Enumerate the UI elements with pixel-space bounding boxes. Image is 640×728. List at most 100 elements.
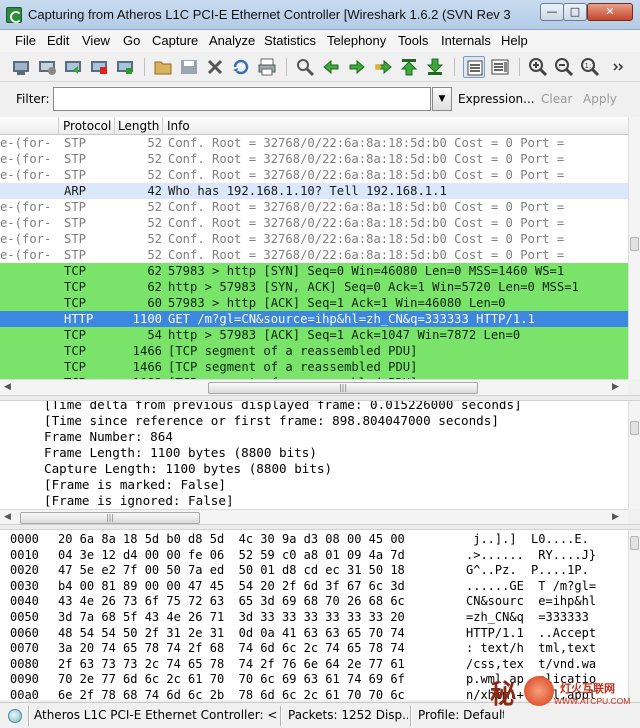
go-back-icon[interactable] — [320, 56, 342, 78]
packet-row[interactable]: e-(for- STP 52 Conf. Root = 32768/0/22:6a:8… — [0, 151, 628, 167]
save-file-icon[interactable] — [178, 56, 200, 78]
column-divider[interactable] — [162, 117, 163, 135]
bytes-row[interactable]: 0010 04 3e 12 d4 00 00 fe 06 52 59 c0 a8 … — [0, 548, 616, 564]
zoom-in-icon[interactable] — [527, 56, 549, 78]
details-vertical-scrollbar[interactable] — [628, 401, 640, 509]
scrollbar-thumb[interactable] — [630, 237, 639, 251]
detail-line[interactable]: [Frame is marked: False] — [44, 477, 226, 492]
packet-list-horizontal-scrollbar[interactable]: ◀ ||| ▶ — [0, 379, 628, 395]
column-protocol[interactable]: Protocol — [63, 119, 111, 133]
column-info[interactable]: Info — [167, 119, 190, 133]
detail-line[interactable]: Frame Length: 1100 bytes (8800 bits) — [44, 445, 317, 460]
packet-row[interactable]: TCP 1466 [TCP segment of a reassembled PDU… — [0, 359, 628, 375]
menu-capture[interactable]: Capture — [152, 33, 198, 48]
close-file-icon[interactable] — [204, 56, 226, 78]
bytes-row[interactable]: 0060 48 54 54 50 2f 31 2e 31 0d 0a 41 63 … — [0, 626, 616, 642]
scrollbar-thumb[interactable] — [630, 421, 639, 435]
scroll-right-icon[interactable]: ▶ — [612, 512, 619, 522]
packet-row[interactable]: TCP 62 57983 > http [SYN] Seq=0 Win=46080 … — [0, 263, 628, 279]
menu-help[interactable]: Help — [501, 33, 528, 48]
scroll-right-icon[interactable]: ▶ — [612, 382, 619, 392]
capture-options-icon[interactable] — [36, 56, 58, 78]
packet-row[interactable]: TCP 62 http > 57983 [SYN, ACK] Seq=0 Ack=1… — [0, 279, 628, 295]
menu-telephony[interactable]: Telephony — [327, 33, 386, 48]
print-icon[interactable] — [256, 56, 278, 78]
clear-filter-button[interactable]: Clear — [541, 92, 572, 106]
toolbar-overflow-icon[interactable] — [608, 56, 624, 78]
scrollbar-thumb[interactable]: ||| — [208, 382, 478, 394]
bytes-row[interactable]: 0070 3a 20 74 65 78 74 2f 68 74 6d 6c 2c … — [0, 641, 616, 657]
expert-info-icon[interactable] — [8, 709, 22, 723]
scroll-left-icon[interactable]: ◀ — [4, 512, 11, 522]
packet-row[interactable]: TCP 60 57983 > http [ACK] Seq=1 Ack=1 Win=… — [0, 295, 628, 311]
packet-row[interactable]: e-(for- STP 52 Conf. Root = 32768/0/22:6a:8… — [0, 167, 628, 183]
menu-go[interactable]: Go — [123, 33, 140, 48]
bytes-row[interactable]: 0050 3d 7a 68 5f 43 4e 26 71 3d 33 33 33 … — [0, 610, 616, 626]
menu-analyze[interactable]: Analyze — [209, 33, 255, 48]
scrollbar-thumb[interactable]: ||| — [20, 512, 200, 524]
column-length[interactable]: Length — [118, 119, 159, 133]
bytes-offset: 0030 — [10, 578, 39, 593]
bytes-hex: 43 4e 26 73 6f 75 72 63 65 3d 69 68 70 2… — [58, 594, 405, 609]
display-filter-input[interactable] — [53, 87, 431, 111]
packet-length-cell: 52 — [147, 232, 162, 246]
minimize-button[interactable]: — — [540, 3, 564, 21]
packet-row[interactable]: HTTP 1100 GET /m?gl=CN&source=ihp&hl=zh_CN… — [0, 311, 628, 327]
colorize-icon[interactable] — [463, 56, 485, 78]
scroll-left-icon[interactable]: ◀ — [4, 382, 11, 392]
go-forward-icon[interactable] — [346, 56, 368, 78]
bytes-row[interactable]: 0000 20 6a 8a 18 5d b0 d8 5d 4c 30 9a d3 … — [0, 532, 616, 548]
bytes-row[interactable]: 0040 43 4e 26 73 6f 75 72 63 65 3d 69 68 … — [0, 594, 616, 610]
stop-capture-icon[interactable] — [88, 56, 110, 78]
find-packet-icon[interactable] — [294, 56, 316, 78]
detail-line[interactable]: Capture Length: 1100 bytes (8800 bits) — [44, 461, 332, 476]
interfaces-icon[interactable] — [10, 56, 32, 78]
bytes-row[interactable]: 0030 b4 00 81 89 00 00 47 45 54 20 2f 6d … — [0, 579, 616, 595]
detail-line[interactable]: [Time delta from previous displayed fram… — [44, 401, 522, 412]
scrollbar-thumb[interactable] — [630, 536, 639, 550]
packet-row[interactable]: ARP 42 Who has 192.168.1.10? Tell 192.168.… — [0, 183, 628, 199]
packet-row[interactable]: e-(for- STP 52 Conf. Root = 32768/0/22:6a:8… — [0, 231, 628, 247]
packet-row[interactable]: e-(for- STP 52 Conf. Root = 32768/0/22:6a:8… — [0, 199, 628, 215]
watermark-site-name: 灯火互联网 — [560, 682, 615, 695]
bytes-row[interactable]: 0020 47 5e e2 7f 00 50 7a ed 50 01 d8 cd … — [0, 563, 616, 579]
detail-line[interactable]: [Frame is ignored: False] — [44, 493, 234, 508]
menu-edit[interactable]: Edit — [47, 33, 69, 48]
packet-row[interactable]: e-(for- STP 52 Conf. Root = 32768/0/22:6a:8… — [0, 247, 628, 263]
packet-info-cell: [TCP segment of a reassembled PDU] — [168, 344, 418, 358]
expression-button[interactable]: Expression... — [458, 92, 535, 106]
packet-row[interactable]: e-(for- STP 52 Conf. Root = 32768/0/22:6a:8… — [0, 215, 628, 231]
packet-row[interactable]: TCP 54 http > 57983 [ACK] Seq=1 Ack=1047 W… — [0, 327, 628, 343]
maximize-button[interactable]: □ — [563, 3, 587, 21]
go-last-packet-icon[interactable] — [424, 56, 446, 78]
bytes-row[interactable]: 0080 2f 63 73 73 2c 74 65 78 74 2f 76 6e … — [0, 657, 616, 673]
details-horizontal-scrollbar[interactable]: ◀ ||| ▶ — [0, 509, 628, 525]
auto-scroll-icon[interactable] — [489, 56, 511, 78]
column-divider[interactable] — [58, 117, 59, 135]
open-file-icon[interactable] — [152, 56, 174, 78]
menu-statistics[interactable]: Statistics — [264, 33, 316, 48]
detail-line[interactable]: Frame Number: 864 — [44, 429, 173, 444]
restart-capture-icon[interactable] — [114, 56, 136, 78]
normal-size-icon[interactable]: 1:1 — [579, 56, 601, 78]
packet-row[interactable]: TCP 1466 [TCP segment of a reassembled PDU… — [0, 343, 628, 359]
toolbar-separator — [519, 58, 520, 76]
filter-dropdown-button[interactable]: ▼ — [432, 87, 452, 111]
packet-row[interactable]: e-(for- STP 52 Conf. Root = 32768/0/22:6a:8… — [0, 135, 628, 151]
menu-view[interactable]: View — [82, 33, 110, 48]
column-divider[interactable] — [114, 117, 115, 135]
detail-line[interactable]: [Time since reference or first frame: 89… — [44, 413, 499, 428]
menu-tools[interactable]: Tools — [398, 33, 428, 48]
go-first-packet-icon[interactable] — [398, 56, 420, 78]
packet-source-cell: e-(for- — [0, 248, 52, 262]
go-to-packet-icon[interactable] — [372, 56, 394, 78]
menu-internals[interactable]: Internals — [441, 33, 491, 48]
reload-icon[interactable] — [230, 56, 252, 78]
apply-filter-button[interactable]: Apply — [583, 92, 617, 106]
close-button[interactable]: ✕ — [587, 3, 633, 21]
zoom-out-icon[interactable] — [553, 56, 575, 78]
packet-info-cell: http > 57983 [ACK] Seq=1 Ack=1047 Win=78… — [168, 328, 521, 342]
packet-list-vertical-scrollbar[interactable] — [628, 117, 640, 379]
start-capture-icon[interactable] — [62, 56, 84, 78]
menu-file[interactable]: File — [15, 33, 36, 48]
